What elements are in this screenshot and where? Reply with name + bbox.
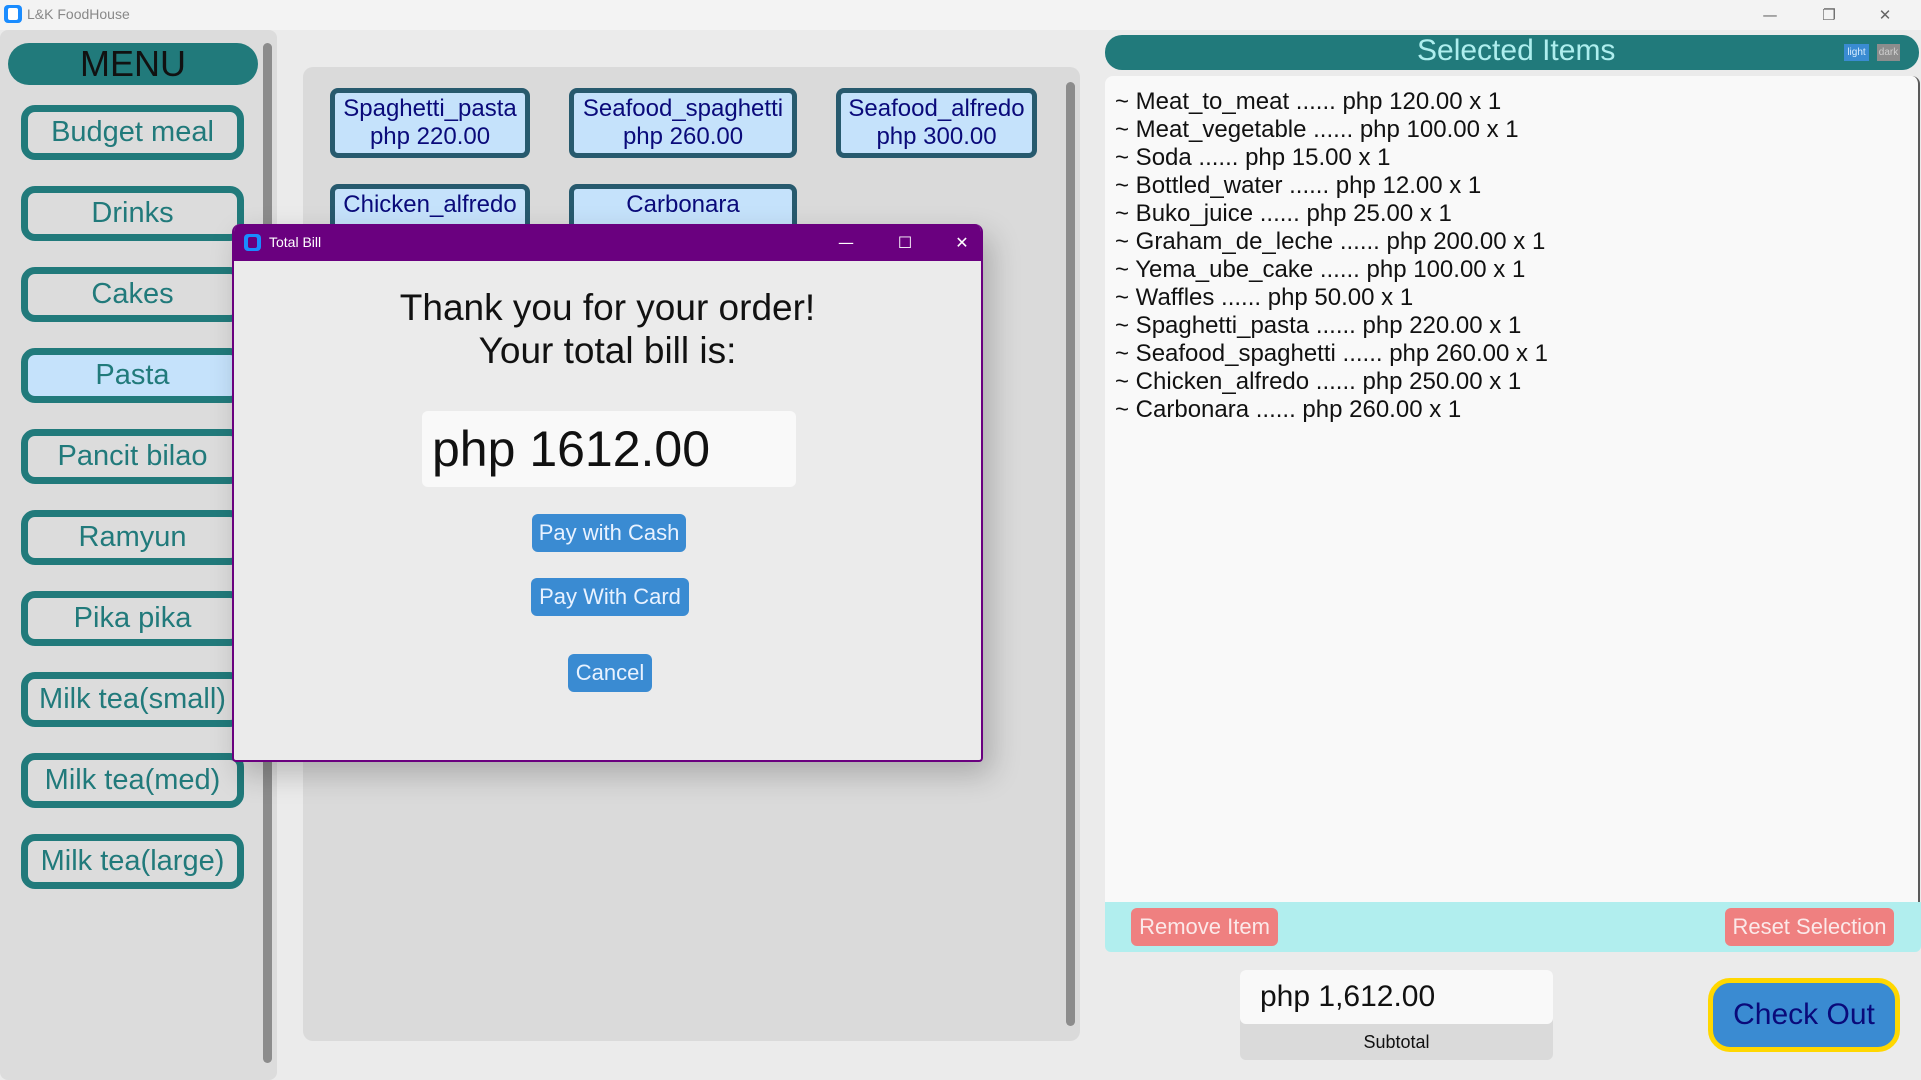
- menu-item-pancit-bilao[interactable]: Pancit bilao: [21, 429, 244, 484]
- dialog-app-icon: [244, 234, 261, 251]
- close-button[interactable]: ✕: [1862, 0, 1908, 30]
- total-bill-amount: php 1612.00: [422, 411, 796, 487]
- pay-with-cash-button[interactable]: Pay with Cash: [532, 514, 686, 552]
- list-item[interactable]: ~ Yema_ube_cake ...... php 100.00 x 1: [1115, 256, 1548, 284]
- list-item[interactable]: ~ Soda ...... php 15.00 x 1: [1115, 144, 1548, 172]
- product-price: php 260.00: [622, 123, 744, 150]
- dialog-titlebar[interactable]: Total Bill — ☐ ✕: [234, 224, 981, 261]
- minimize-button[interactable]: —: [1747, 0, 1793, 30]
- list-item[interactable]: ~ Buko_juice ...... php 25.00 x 1: [1115, 200, 1548, 228]
- product-name: Seafood_alfredo: [848, 95, 1025, 122]
- dialog-minimize-button[interactable]: —: [823, 224, 869, 261]
- selected-items-title: Selected Items: [1417, 34, 1616, 67]
- subtotal-value: php 1,612.00: [1240, 970, 1553, 1024]
- list-item[interactable]: ~ Spaghetti_pasta ...... php 220.00 x 1: [1115, 312, 1548, 340]
- list-item[interactable]: ~ Meat_to_meat ...... php 120.00 x 1: [1115, 88, 1548, 116]
- product-name: Chicken_alfredo: [343, 191, 517, 218]
- list-item[interactable]: ~ Chicken_alfredo ...... php 250.00 x 1: [1115, 368, 1548, 396]
- dialog-message-line2: Your total bill is:: [478, 330, 737, 371]
- list-item[interactable]: ~ Carbonara ...... php 260.00 x 1: [1115, 396, 1548, 424]
- product-price: php 300.00: [876, 123, 997, 150]
- menu-title: MENU: [8, 43, 258, 85]
- reset-selection-button[interactable]: Reset Selection: [1725, 908, 1894, 946]
- product-name: Seafood_spaghetti: [582, 95, 784, 122]
- list-item[interactable]: ~ Seafood_spaghetti ...... php 260.00 x …: [1115, 340, 1548, 368]
- remove-item-button[interactable]: Remove Item: [1131, 908, 1278, 946]
- cancel-button[interactable]: Cancel: [568, 654, 652, 692]
- menu-item-pasta[interactable]: Pasta: [21, 348, 244, 403]
- dialog-close-button[interactable]: ✕: [939, 224, 981, 261]
- light-theme-button[interactable]: light: [1844, 44, 1869, 61]
- dialog-title: Total Bill: [269, 234, 322, 250]
- total-bill-dialog: Total Bill — ☐ ✕ Thank you for your orde…: [232, 224, 983, 762]
- product-scrollbar[interactable]: [1066, 82, 1075, 1026]
- selected-items: ~ Meat_to_meat ...... php 120.00 x 1 ~ M…: [1115, 88, 1548, 424]
- app-title: L&K FoodHouse: [27, 6, 130, 22]
- list-item[interactable]: ~ Meat_vegetable ...... php 100.00 x 1: [1115, 116, 1548, 144]
- checkout-button[interactable]: Check Out: [1708, 978, 1900, 1052]
- dialog-maximize-button[interactable]: ☐: [882, 224, 928, 261]
- app-logo-icon: [4, 5, 22, 23]
- list-item[interactable]: ~ Graham_de_leche ...... php 200.00 x 1: [1115, 228, 1548, 256]
- product-card[interactable]: Seafood_spaghetti php 260.00: [569, 88, 797, 158]
- menu-item-ramyun[interactable]: Ramyun: [21, 510, 244, 565]
- list-item[interactable]: ~ Bottled_water ...... php 12.00 x 1: [1115, 172, 1548, 200]
- dark-theme-button[interactable]: dark: [1877, 44, 1900, 61]
- dialog-message-line1: Thank you for your order!: [399, 287, 816, 328]
- menu-item-cakes[interactable]: Cakes: [21, 267, 244, 322]
- menu-item-drinks[interactable]: Drinks: [21, 186, 244, 241]
- menu-item-pika-pika[interactable]: Pika pika: [21, 591, 244, 646]
- product-card[interactable]: Seafood_alfredo php 300.00: [836, 88, 1037, 158]
- pay-with-card-button[interactable]: Pay With Card: [531, 578, 689, 616]
- maximize-button[interactable]: ❐: [1806, 0, 1852, 30]
- dialog-message: Thank you for your order! Your total bil…: [234, 286, 981, 372]
- product-price: php 220.00: [369, 123, 491, 150]
- app-titlebar: L&K FoodHouse — ❐ ✕: [0, 0, 1921, 30]
- product-name: Spaghetti_pasta: [343, 95, 517, 122]
- menu-item-milk-tea-small[interactable]: Milk tea(small): [21, 672, 244, 727]
- menu-item-milk-tea-large[interactable]: Milk tea(large): [21, 834, 244, 889]
- product-name: Carbonara: [626, 191, 740, 218]
- product-card[interactable]: Spaghetti_pasta php 220.00: [330, 88, 530, 158]
- menu-item-milk-tea-med[interactable]: Milk tea(med): [21, 753, 244, 808]
- list-item[interactable]: ~ Waffles ...... php 50.00 x 1: [1115, 284, 1548, 312]
- menu-item-budget-meal[interactable]: Budget meal: [21, 105, 244, 160]
- subtotal-label: Subtotal: [1363, 1032, 1430, 1052]
